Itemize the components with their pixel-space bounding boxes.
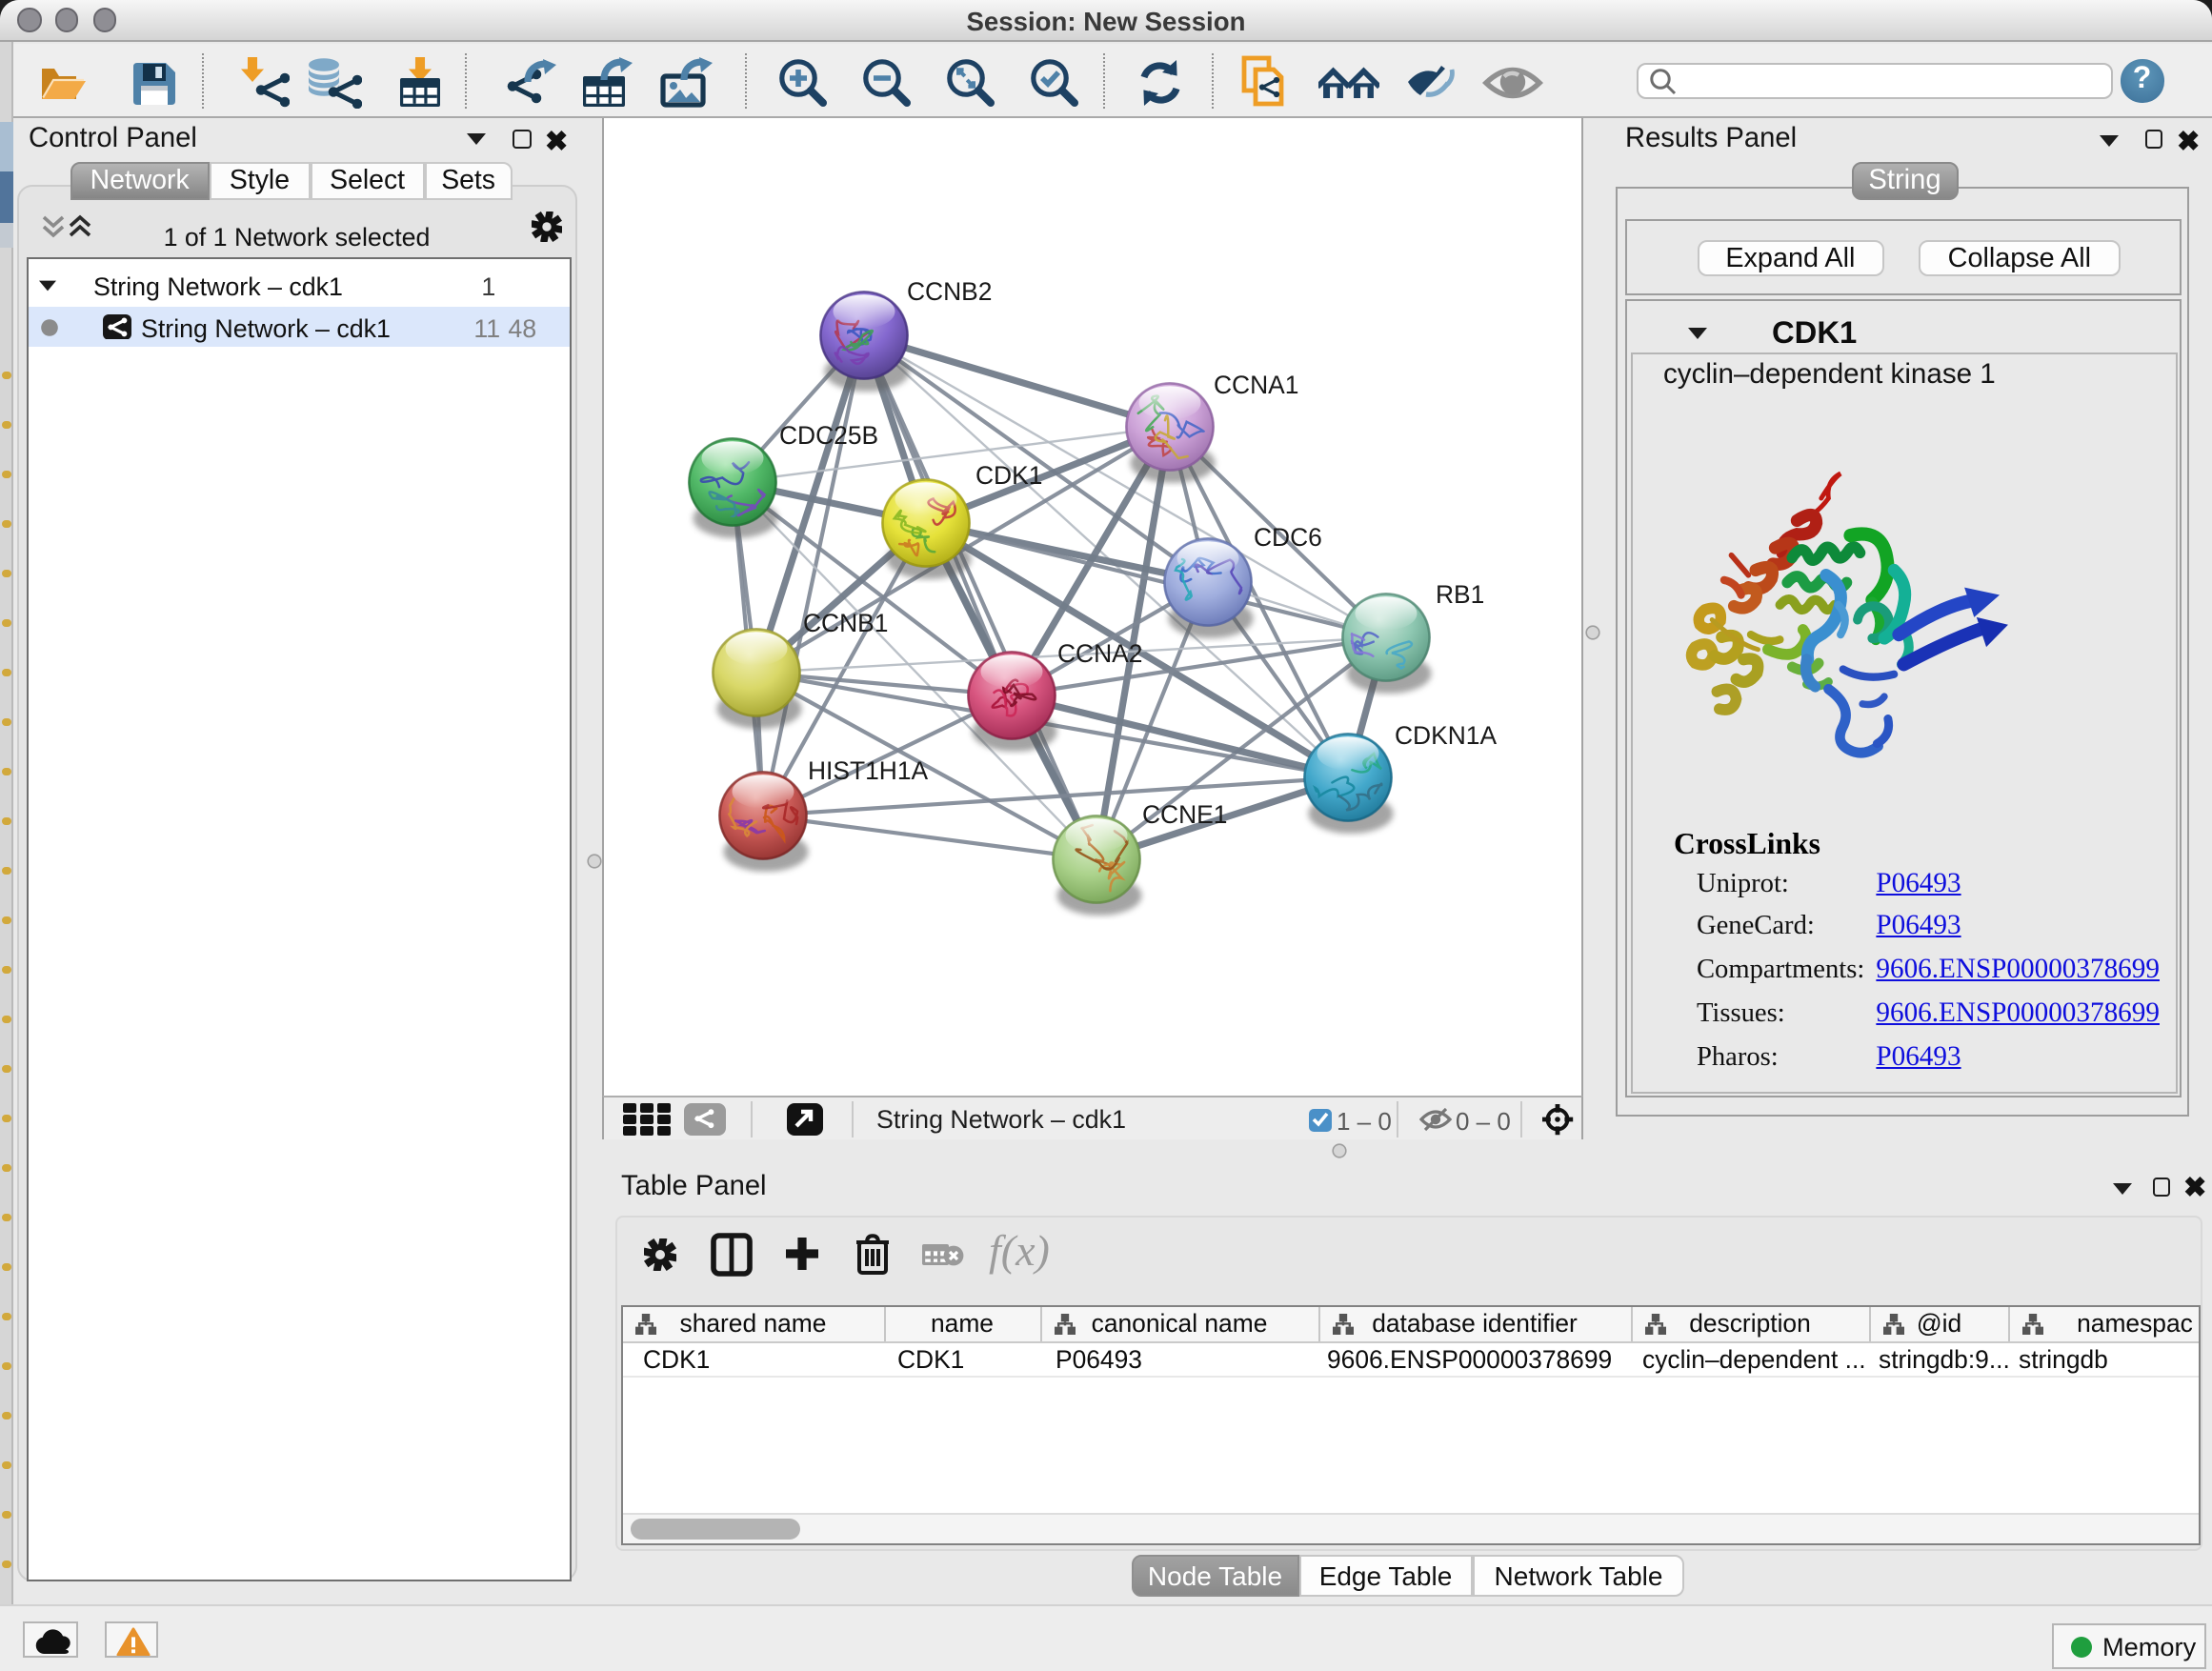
svg-text:CCNB1: CCNB1 bbox=[802, 608, 887, 636]
svg-text:CCNA2: CCNA2 bbox=[1056, 638, 1141, 667]
svg-text:CDK1: CDK1 bbox=[975, 460, 1041, 489]
svg-text:CDKN1A: CDKN1A bbox=[1394, 720, 1496, 749]
svg-text:CCNE1: CCNE1 bbox=[1141, 799, 1226, 828]
svg-text:CCNA1: CCNA1 bbox=[1213, 370, 1297, 398]
svg-text:RB1: RB1 bbox=[1435, 579, 1483, 608]
svg-text:CDC6: CDC6 bbox=[1253, 522, 1321, 551]
svg-text:HIST1H1A: HIST1H1A bbox=[807, 755, 928, 784]
svg-text:CDC25B: CDC25B bbox=[778, 420, 877, 449]
svg-text:CCNB2: CCNB2 bbox=[906, 276, 991, 305]
